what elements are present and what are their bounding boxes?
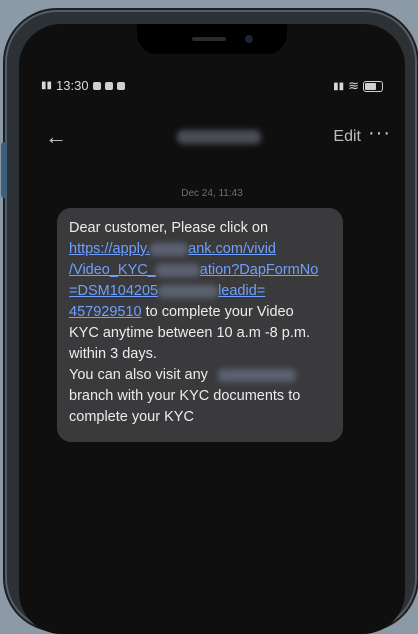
- notch: [137, 24, 287, 54]
- status-time: 13:30: [56, 78, 89, 93]
- contact-name-redacted: [177, 130, 261, 144]
- message-line: You can also visit any: [69, 365, 331, 386]
- redacted-text: [155, 263, 200, 277]
- message-line: branch with your KYC documents to: [69, 388, 301, 404]
- front-camera: [245, 35, 253, 43]
- message-link[interactable]: ation?DapFormNo: [200, 262, 318, 278]
- back-arrow-icon[interactable]: ←: [45, 124, 67, 150]
- notification-icon: [116, 81, 125, 90]
- message-link[interactable]: ank.com/vivid: [188, 241, 276, 257]
- message-line: complete your KYC: [69, 409, 194, 425]
- message-link-line[interactable]: https://apply. ank.com/vivid: [69, 239, 331, 260]
- message-link[interactable]: leadid=: [218, 283, 265, 299]
- status-left: ▮▮ 13:30: [41, 78, 125, 93]
- edit-button[interactable]: Edit: [333, 128, 361, 146]
- more-horizontal-icon[interactable]: ···: [368, 122, 391, 145]
- message-bubble: Dear customer, Please click on https://a…: [57, 208, 343, 442]
- message-text: You can also visit any: [69, 367, 208, 383]
- redacted-text: [150, 242, 189, 256]
- message-line: 457929510 to complete your Video: [69, 302, 331, 323]
- message-line: Dear customer, Please click on: [69, 220, 269, 236]
- message-link[interactable]: 457929510: [69, 304, 142, 320]
- message-line: within 3 days.: [69, 346, 157, 362]
- message-link[interactable]: https://apply.: [69, 241, 150, 257]
- phone-screen: ▮▮ 13:30 ▮▮ ≋ ← Edit ··· Dec 24, 11:43 D…: [19, 24, 405, 634]
- side-button: [1, 142, 7, 198]
- signal-icon: ▮▮: [41, 80, 53, 91]
- message-link-line[interactable]: /Video_KYC_ ation?DapFormNo: [69, 260, 331, 281]
- battery-icon: [363, 80, 383, 92]
- redacted-text: [217, 368, 296, 382]
- speaker: [192, 37, 226, 41]
- message-link-line[interactable]: =DSM104205 leadid=: [69, 281, 331, 302]
- message-text: to complete your Video: [141, 304, 294, 320]
- phone-frame: ▮▮ 13:30 ▮▮ ≋ ← Edit ··· Dec 24, 11:43 D…: [1, 10, 417, 634]
- message-link[interactable]: =DSM104205: [69, 283, 158, 299]
- notification-icon: [92, 81, 101, 90]
- redacted-text: [158, 284, 219, 298]
- message-link[interactable]: /Video_KYC_: [69, 262, 156, 278]
- app-bar: ← Edit ···: [19, 120, 405, 160]
- message-line: KYC anytime between 10 a.m -8 p.m.: [69, 325, 310, 341]
- notification-icon: [104, 81, 113, 90]
- wifi-icon: ≋: [348, 78, 359, 93]
- status-right: ▮▮ ≋: [333, 78, 383, 94]
- message-date: Dec 24, 11:43: [181, 188, 243, 199]
- network-icon: ▮▮: [333, 80, 345, 92]
- status-bar: ▮▮ 13:30 ▮▮ ≋: [41, 78, 383, 98]
